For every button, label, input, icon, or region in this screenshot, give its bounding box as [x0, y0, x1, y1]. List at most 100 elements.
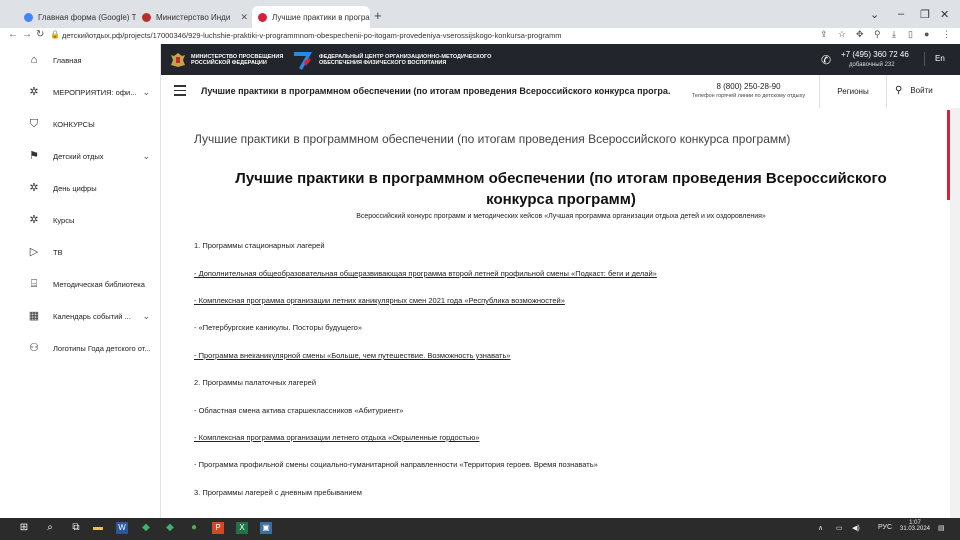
tab-title: Лучшие практики в программ: [272, 12, 370, 22]
browser-tab[interactable]: Министерство Инди ✕: [136, 6, 254, 28]
list-item: 1. Программы стационарных лагерей: [194, 241, 325, 250]
flag-icon: ⚑: [29, 150, 39, 162]
sidebar-item-tv[interactable]: ▷ ТВ: [0, 236, 160, 268]
bookmark-icon[interactable]: ☆: [838, 29, 846, 40]
calendar-icon: ▦: [28, 310, 40, 322]
excel-icon[interactable]: X: [236, 522, 248, 534]
favicon-icon: [142, 12, 151, 22]
list-item: 3. Программы лагерей с дневным пребывани…: [194, 488, 362, 497]
sidebar-item-children-rest[interactable]: ⚑ Детский отдых ⌄: [0, 140, 160, 172]
share-icon[interactable]: ⇪: [820, 29, 828, 40]
chrome-icon[interactable]: ●: [188, 522, 200, 534]
play-icon: ▷: [29, 246, 39, 258]
login-button[interactable]: ⚲ Войти: [895, 85, 933, 96]
article-subtitle: Всероссийский конкурс программ и методич…: [356, 213, 766, 220]
download-icon[interactable]: ⤓: [892, 29, 896, 40]
language-indicator[interactable]: РУС: [878, 524, 892, 531]
login-label: Войти: [910, 86, 933, 95]
sidebar-item-label: ТВ: [53, 247, 63, 257]
sidebar-item-calendar[interactable]: ▦ Календарь событий ... ⌄: [0, 300, 160, 332]
sidebar: ⌂ Главная ✲ МЕРОПРИЯТИЯ: офи... ⌄ ⛉ КОНК…: [0, 44, 161, 518]
forward-icon[interactable]: →: [22, 29, 32, 40]
tab-title: Министерство Инди: [156, 12, 231, 22]
list-item: - Программа профильной смены социально-г…: [194, 460, 598, 469]
sidebar-item-label: Курсы: [53, 215, 75, 225]
header-phone[interactable]: +7 (495) 360 72 46: [841, 50, 909, 59]
list-item-link[interactable]: - Комплексная программа организации летн…: [194, 296, 565, 305]
sidebar-item-label: Методическая библиотека: [53, 279, 145, 289]
emblem-icon[interactable]: [169, 51, 187, 69]
sidebar-item-label: Детский отдых: [53, 151, 104, 161]
sidebar-item-label: МЕРОПРИЯТИЯ: офи...: [53, 87, 137, 97]
chevron-down-icon[interactable]: ⌄: [870, 8, 879, 21]
word-icon[interactable]: W: [116, 522, 128, 534]
minimize-button[interactable]: –: [898, 8, 904, 20]
sidebar-item-home[interactable]: ⌂ Главная: [0, 44, 160, 76]
maximize-button[interactable]: ❐: [920, 8, 930, 21]
sidebar-item-digital-day[interactable]: ✲ День цифры: [0, 172, 160, 204]
list-item-link[interactable]: - Программа внеканикулярной смены «Больш…: [194, 351, 511, 360]
app-icon[interactable]: ◆: [140, 522, 152, 534]
notification-icon[interactable]: ▤: [938, 524, 945, 532]
sidebar-item-logos[interactable]: ⚇ Логотипы Года детского от...: [0, 332, 160, 364]
chevron-down-icon[interactable]: ⌄: [142, 311, 150, 322]
clock[interactable]: 1:07 31.03.2024: [898, 520, 932, 532]
logo-icon: ⚇: [29, 342, 39, 354]
menu-icon[interactable]: [174, 85, 186, 99]
hotline-label: Телефон горячей линии по детскому отдыху: [691, 93, 806, 99]
scroll-thumb[interactable]: [947, 110, 950, 200]
new-tab-button[interactable]: +: [374, 8, 382, 23]
browser-tab[interactable]: Главная форма (Google) Тнд ✕: [18, 6, 136, 28]
windows-start-icon[interactable]: ⊞: [18, 522, 30, 534]
close-icon[interactable]: ✕: [236, 12, 248, 23]
clock-date: 31.03.2024: [899, 526, 931, 532]
reload-icon[interactable]: ↻: [36, 29, 44, 40]
article-heading: Лучшие практики в программном обеспечени…: [235, 170, 887, 208]
back-icon[interactable]: ←: [8, 29, 18, 40]
chevron-down-icon[interactable]: ⌄: [142, 87, 150, 98]
lock-icon[interactable]: 🔒: [50, 30, 60, 39]
app-icon[interactable]: ◆: [164, 522, 176, 534]
tray-arrow-icon[interactable]: ∧: [818, 524, 823, 532]
ministry-name[interactable]: МИНИСТЕРСТВО ПРОСВЕЩЕНИЯ РОССИЙСКОЙ ФЕДЕ…: [191, 54, 286, 66]
close-window-button[interactable]: ✕: [940, 8, 949, 21]
app-icon[interactable]: ▣: [260, 522, 272, 534]
center-name[interactable]: ФЕДЕРАЛЬНЫЙ ЦЕНТР ОРГАНИЗАЦИОННО-МЕТОДИЧ…: [319, 54, 499, 66]
list-item: 2. Программы палаточных лагерей: [194, 378, 317, 387]
sidebar-item-events[interactable]: ✲ МЕРОПРИЯТИЯ: офи... ⌄: [0, 76, 160, 108]
profile-icon[interactable]: ●: [924, 29, 929, 39]
pin-icon[interactable]: ⚲: [874, 29, 881, 40]
header-phone-ext: добавочный 232: [849, 62, 895, 68]
library-icon: ⌸: [30, 278, 38, 290]
volume-icon[interactable]: ◀): [852, 524, 860, 532]
sidebar-item-contests[interactable]: ⛉ КОНКУРСЫ: [0, 108, 160, 140]
sidebar-item-label: КОНКУРСЫ: [53, 119, 95, 129]
sidebar-item-library[interactable]: ⌸ Методическая библиотека: [0, 268, 160, 300]
extension-icon[interactable]: ✥: [856, 29, 864, 40]
taskview-icon[interactable]: ⧉: [70, 522, 82, 534]
center-logo-icon[interactable]: [291, 48, 315, 72]
scrollbar[interactable]: [950, 108, 960, 518]
list-item-link[interactable]: - Дополнительная общеобразовательная общ…: [194, 269, 657, 278]
gear-icon: ✲: [29, 214, 39, 226]
hotline-number[interactable]: 8 (800) 250-28-90: [681, 82, 816, 91]
sidepanel-icon[interactable]: ▯: [908, 29, 913, 40]
url-field[interactable]: детскийотдых.рф/projects/17000346/929-lu…: [62, 30, 812, 42]
language-switch[interactable]: En: [924, 52, 945, 66]
menu-icon[interactable]: ⋮: [942, 29, 951, 40]
powerpoint-icon[interactable]: P: [212, 522, 224, 534]
taskbar: ⊞ ⌕ ⧉ ▬ W ◆ ◆ ● P X ▣ ∧ ▭ ◀) РУС 1:07 31…: [0, 518, 960, 540]
sidebar-item-courses[interactable]: ✲ Курсы: [0, 204, 160, 236]
folder-icon[interactable]: ▬: [92, 522, 104, 534]
chevron-down-icon[interactable]: ⌄: [142, 151, 150, 162]
list-item-link[interactable]: - Комплексная программа организации летн…: [194, 433, 480, 442]
regions-button[interactable]: Регионы: [819, 75, 887, 108]
user-icon: ⚲: [895, 85, 903, 96]
search-icon[interactable]: ⌕: [44, 522, 56, 534]
sub-header: Лучшие практики в программном обеспечени…: [161, 75, 960, 109]
browser-tab-active[interactable]: Лучшие практики в программ ✕: [252, 6, 370, 28]
sidebar-item-label: День цифры: [53, 183, 97, 193]
network-icon[interactable]: ▭: [836, 524, 843, 532]
hotline: 8 (800) 250-28-90 Телефон горячей линии …: [681, 82, 816, 99]
phone-icon: ✆: [821, 53, 832, 67]
